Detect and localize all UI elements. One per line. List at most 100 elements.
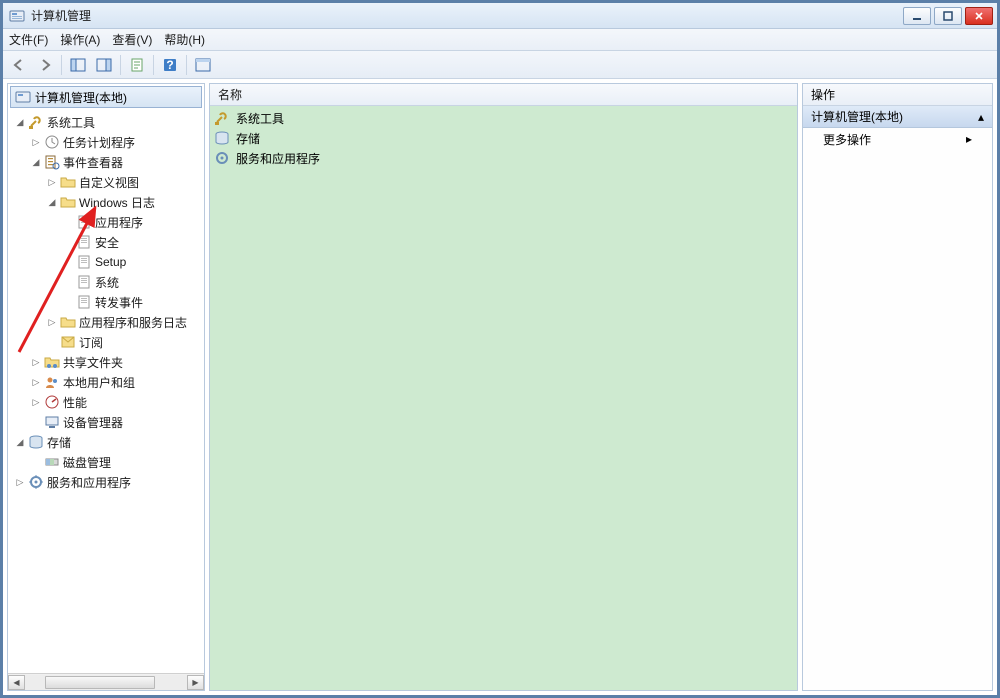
tree-item-device-manager[interactable]: 设备管理器 (8, 412, 204, 432)
show-hide-action-button[interactable] (92, 54, 116, 76)
tree-item-app-service-logs[interactable]: ▷应用程序和服务日志 (8, 312, 204, 332)
collapse-icon[interactable]: ◢ (46, 196, 58, 208)
show-console-button[interactable] (191, 54, 215, 76)
chevron-right-icon: ▸ (966, 132, 972, 146)
window-buttons (903, 6, 997, 26)
storage-icon (28, 434, 44, 450)
tree-item-log-setup[interactable]: Setup (8, 252, 204, 272)
tree-item-services-apps[interactable]: ▷服务和应用程序 (8, 472, 204, 492)
expand-icon[interactable]: ▷ (14, 476, 26, 488)
tree-item-performance[interactable]: ▷性能 (8, 392, 204, 412)
collapse-icon[interactable]: ◢ (30, 156, 42, 168)
menubar: 文件(F) 操作(A) 查看(V) 帮助(H) (3, 29, 997, 51)
tree-item-disk-mgmt[interactable]: 磁盘管理 (8, 452, 204, 472)
tree-item-windows-logs[interactable]: ◢Windows 日志 (8, 192, 204, 212)
folder-icon (60, 174, 76, 190)
svg-text:?: ? (166, 58, 173, 72)
scroll-right-button[interactable]: ▶ (187, 675, 204, 690)
performance-icon (44, 394, 60, 410)
toolbar-separator (120, 55, 121, 75)
forward-button[interactable] (33, 54, 57, 76)
log-icon (76, 234, 92, 250)
show-hide-tree-button[interactable] (66, 54, 90, 76)
tree-item-custom-views[interactable]: ▷自定义视图 (8, 172, 204, 192)
device-mgr-icon (44, 414, 60, 430)
actions-panel: 操作 计算机管理(本地) ▴ 更多操作 ▸ (802, 83, 993, 691)
tree-item-log-system[interactable]: 系统 (8, 272, 204, 292)
content-panel: 名称 系统工具 存储 服务和应用程序 (209, 83, 798, 691)
folder-icon (60, 194, 76, 210)
content-list[interactable]: 系统工具 存储 服务和应用程序 (210, 106, 797, 170)
services-icon (28, 474, 44, 490)
tree-item-event-viewer[interactable]: ◢事件查看器 (8, 152, 204, 172)
list-item[interactable]: 服务和应用程序 (214, 148, 793, 168)
help-button[interactable]: ? (158, 54, 182, 76)
collapse-up-icon[interactable]: ▴ (978, 110, 984, 124)
maximize-button[interactable] (934, 7, 962, 25)
toolbar-separator (186, 55, 187, 75)
tree-item-log-application[interactable]: 应用程序 (8, 212, 204, 232)
back-button[interactable] (7, 54, 31, 76)
event-viewer-icon (44, 154, 60, 170)
app-icon (9, 8, 25, 24)
toolbar-separator (61, 55, 62, 75)
collapse-icon[interactable]: ◢ (14, 116, 26, 128)
expand-icon[interactable]: ▷ (46, 176, 58, 188)
close-button[interactable] (965, 7, 993, 25)
app-window: 计算机管理 文件(F) 操作(A) 查看(V) 帮助(H) ? 计算机管理(本地… (2, 2, 998, 696)
properties-button[interactable] (125, 54, 149, 76)
subscription-icon (60, 334, 76, 350)
tree-item-local-users[interactable]: ▷本地用户和组 (8, 372, 204, 392)
disk-mgmt-icon (44, 454, 60, 470)
tree-item-storage[interactable]: ◢存储 (8, 432, 204, 452)
titlebar[interactable]: 计算机管理 (3, 3, 997, 29)
services-icon (214, 150, 230, 166)
toolbar: ? (3, 51, 997, 79)
tree[interactable]: ◢系统工具 ▷任务计划程序 ◢事件查看器 ▷自定义视图 ◢Windows 日志 … (8, 110, 204, 673)
menu-view[interactable]: 查看(V) (112, 31, 152, 48)
tree-root-selected[interactable]: 计算机管理(本地) (10, 86, 202, 108)
actions-section-title[interactable]: 计算机管理(本地) ▴ (803, 106, 992, 128)
minimize-button[interactable] (903, 7, 931, 25)
storage-icon (214, 130, 230, 146)
nav-tree-panel: 计算机管理(本地) ◢系统工具 ▷任务计划程序 ◢事件查看器 ▷自定义视图 ◢W… (7, 83, 205, 691)
list-item[interactable]: 系统工具 (214, 108, 793, 128)
list-item[interactable]: 存储 (214, 128, 793, 148)
scroll-thumb[interactable] (45, 676, 155, 689)
menu-action[interactable]: 操作(A) (60, 31, 100, 48)
window-title: 计算机管理 (31, 7, 91, 24)
tree-item-log-forwarded[interactable]: 转发事件 (8, 292, 204, 312)
main-body: 计算机管理(本地) ◢系统工具 ▷任务计划程序 ◢事件查看器 ▷自定义视图 ◢W… (3, 79, 997, 695)
expand-icon[interactable]: ▷ (30, 136, 42, 148)
tree-item-subscriptions[interactable]: 订阅 (8, 332, 204, 352)
log-icon (76, 294, 92, 310)
menu-help[interactable]: 帮助(H) (164, 31, 205, 48)
shared-folder-icon (44, 354, 60, 370)
tree-item-system-tools[interactable]: ◢系统工具 (8, 112, 204, 132)
expand-icon[interactable]: ▷ (30, 396, 42, 408)
folder-icon (60, 314, 76, 330)
actions-header: 操作 (803, 84, 992, 106)
horizontal-scrollbar[interactable]: ◀ ▶ (8, 673, 204, 690)
users-icon (44, 374, 60, 390)
action-more[interactable]: 更多操作 ▸ (803, 128, 992, 150)
tree-root-label: 计算机管理(本地) (35, 89, 127, 106)
toolbar-separator (153, 55, 154, 75)
collapse-icon[interactable]: ◢ (14, 436, 26, 448)
column-header-name[interactable]: 名称 (210, 84, 797, 106)
expand-icon[interactable]: ▷ (30, 356, 42, 368)
tree-item-log-security[interactable]: 安全 (8, 232, 204, 252)
log-icon (76, 254, 92, 270)
expand-icon[interactable]: ▷ (30, 376, 42, 388)
clock-icon (44, 134, 60, 150)
menu-file[interactable]: 文件(F) (9, 31, 48, 48)
log-icon (76, 214, 92, 230)
tools-icon (28, 114, 44, 130)
expand-icon[interactable]: ▷ (46, 316, 58, 328)
scroll-left-button[interactable]: ◀ (8, 675, 25, 690)
scroll-track[interactable] (25, 675, 187, 690)
tree-item-task-scheduler[interactable]: ▷任务计划程序 (8, 132, 204, 152)
tree-item-shared-folders[interactable]: ▷共享文件夹 (8, 352, 204, 372)
log-icon (76, 274, 92, 290)
tools-icon (214, 110, 230, 126)
